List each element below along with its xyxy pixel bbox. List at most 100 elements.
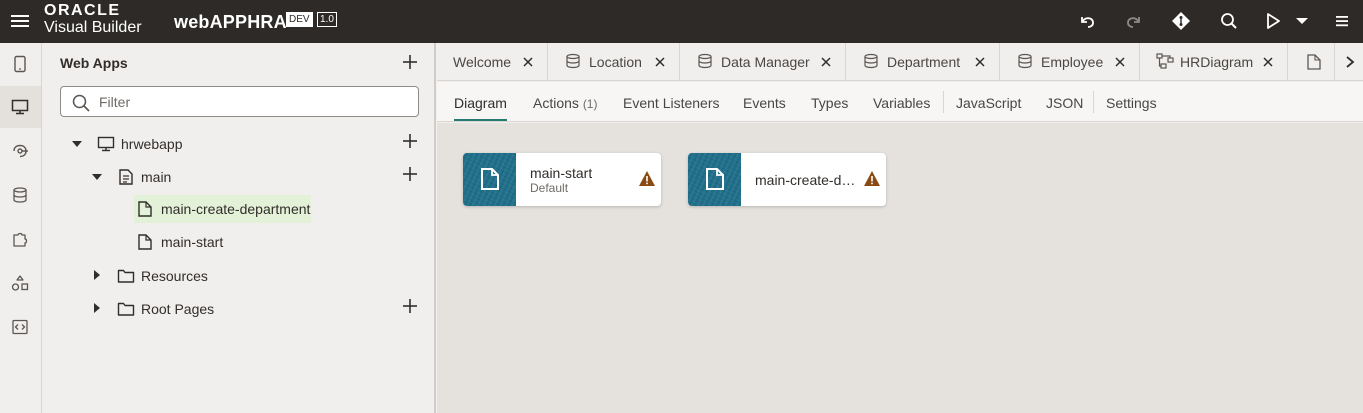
- close-icon[interactable]: [1113, 55, 1127, 69]
- flow-icon: [119, 169, 133, 185]
- business-objects-icon[interactable]: [0, 174, 41, 216]
- brand-oracle-text: ORACLE: [44, 2, 121, 19]
- close-icon[interactable]: [521, 55, 535, 69]
- close-icon[interactable]: [1261, 55, 1275, 69]
- folder-icon: [117, 302, 135, 316]
- page-card-main-start[interactable]: main-start Default: [463, 153, 661, 206]
- redo-icon[interactable]: [1123, 10, 1145, 32]
- subtab-json[interactable]: JSON: [1046, 95, 1083, 111]
- tree-item-root-pages[interactable]: Root Pages: [114, 295, 264, 323]
- add-flow-icon[interactable]: [401, 132, 419, 150]
- web-apps-navigator: Web Apps hrwebapp main main-create-depar…: [42, 43, 436, 413]
- tab-page[interactable]: [1288, 43, 1334, 81]
- collapse-main-icon[interactable]: [91, 173, 103, 181]
- tree-item-label: main-start: [161, 234, 224, 250]
- tree-item-hrwebapp[interactable]: hrwebapp: [94, 130, 244, 158]
- close-icon[interactable]: [653, 55, 667, 69]
- tree-item-label: Resources: [141, 268, 208, 284]
- add-page-icon[interactable]: [401, 165, 419, 183]
- brand-logo: ORACLE Visual Builder: [44, 3, 142, 36]
- collapse-hrwebapp-icon[interactable]: [71, 140, 83, 148]
- close-icon[interactable]: [819, 55, 833, 69]
- subtab-variables[interactable]: Variables: [873, 95, 930, 111]
- tab-label: HRDiagram: [1180, 54, 1254, 70]
- tab-label: Data Manager: [721, 54, 810, 70]
- page-card-title: main-start: [530, 165, 593, 181]
- tree-item-main-create-department[interactable]: main-create-department: [134, 195, 311, 223]
- git-icon[interactable]: [1170, 10, 1192, 32]
- navigator-rail: [0, 43, 42, 413]
- web-apps-icon[interactable]: [0, 86, 41, 128]
- page-icon: [481, 168, 499, 190]
- run-icon[interactable]: [1262, 10, 1284, 32]
- filter-input[interactable]: [99, 91, 399, 112]
- env-badge: DEV: [286, 12, 313, 27]
- page-thumbnail: [463, 153, 516, 206]
- page-card-main-create-department[interactable]: main-create-department: [688, 153, 886, 206]
- tree-item-label: Root Pages: [141, 301, 215, 317]
- source-icon[interactable]: [0, 306, 41, 348]
- app-header: ORACLE Visual Builder webAPPHRA DEV 1.0: [0, 0, 1363, 43]
- warning-icon: [639, 171, 655, 186]
- warning-icon: [864, 171, 880, 186]
- add-web-app-icon[interactable]: [401, 53, 419, 71]
- subtab-events[interactable]: Events: [743, 95, 786, 111]
- database-icon: [566, 53, 580, 69]
- page-icon: [1307, 54, 1321, 70]
- subtab-diagram[interactable]: Diagram: [454, 95, 507, 111]
- folder-icon: [117, 269, 135, 283]
- page-card-title: main-create-department: [755, 172, 860, 188]
- tree-item-main[interactable]: main: [114, 163, 234, 191]
- undo-icon[interactable]: [1076, 10, 1098, 32]
- overflow-menu-icon[interactable]: [1331, 10, 1353, 32]
- tab-label: Department: [887, 54, 961, 70]
- chevron-down-icon[interactable]: [1291, 10, 1313, 32]
- database-icon: [698, 53, 712, 69]
- processes-icon[interactable]: [0, 262, 41, 304]
- mobile-apps-icon[interactable]: [0, 43, 41, 85]
- expand-resources-icon[interactable]: [93, 269, 101, 281]
- tab-data-manager[interactable]: Data Manager: [680, 43, 846, 81]
- close-icon[interactable]: [973, 55, 987, 69]
- tab-scroll-right-button[interactable]: [1334, 43, 1363, 81]
- tab-employee[interactable]: Employee: [1000, 43, 1140, 81]
- tab-location[interactable]: Location: [548, 43, 680, 81]
- tree-item-label: main: [141, 169, 172, 185]
- diagram-canvas[interactable]: main-start Default main-create-departmen…: [437, 123, 1363, 413]
- tree-item-resources[interactable]: Resources: [114, 262, 264, 290]
- subtab-actions[interactable]: Actions (1): [533, 95, 597, 111]
- services-icon[interactable]: [0, 130, 41, 172]
- page-icon: [706, 168, 724, 190]
- brand-product-text: Visual Builder: [44, 19, 142, 36]
- subtab-javascript[interactable]: JavaScript: [956, 95, 1021, 111]
- actions-count: (1): [582, 97, 598, 111]
- components-icon[interactable]: [0, 218, 41, 260]
- expand-root-pages-icon[interactable]: [93, 302, 101, 314]
- database-icon: [864, 53, 878, 69]
- page-card-subtitle: Default: [530, 181, 569, 195]
- filter-field[interactable]: [60, 86, 419, 117]
- subtab-actions-label: Actions: [533, 95, 579, 111]
- tab-welcome[interactable]: Welcome: [437, 43, 548, 81]
- add-root-page-icon[interactable]: [401, 297, 419, 315]
- tab-label: Employee: [1041, 54, 1104, 70]
- search-icon[interactable]: [1218, 10, 1240, 32]
- diagram-icon: [1156, 53, 1174, 69]
- editor-subtabs: Diagram Actions (1) Event Listeners Even…: [437, 82, 1363, 122]
- tab-hrdiagram[interactable]: HRDiagram: [1140, 43, 1288, 81]
- tree-item-main-start[interactable]: main-start: [134, 228, 311, 256]
- subtab-settings[interactable]: Settings: [1106, 95, 1157, 111]
- subtab-types[interactable]: Types: [811, 95, 848, 111]
- page-icon: [138, 234, 152, 250]
- page-icon: [138, 201, 152, 217]
- subtab-event-listeners[interactable]: Event Listeners: [623, 95, 720, 111]
- hamburger-menu-icon[interactable]: [10, 12, 30, 30]
- database-icon: [1018, 53, 1032, 69]
- tab-department[interactable]: Department: [846, 43, 1000, 81]
- tab-label: Location: [589, 54, 642, 70]
- active-subtab-indicator: [454, 119, 507, 121]
- tab-label: Welcome: [453, 54, 512, 70]
- chevron-right-icon: [1346, 56, 1355, 68]
- editor-tab-bar: Welcome Location Data Manager Department…: [437, 43, 1363, 81]
- page-thumbnail: [688, 153, 741, 206]
